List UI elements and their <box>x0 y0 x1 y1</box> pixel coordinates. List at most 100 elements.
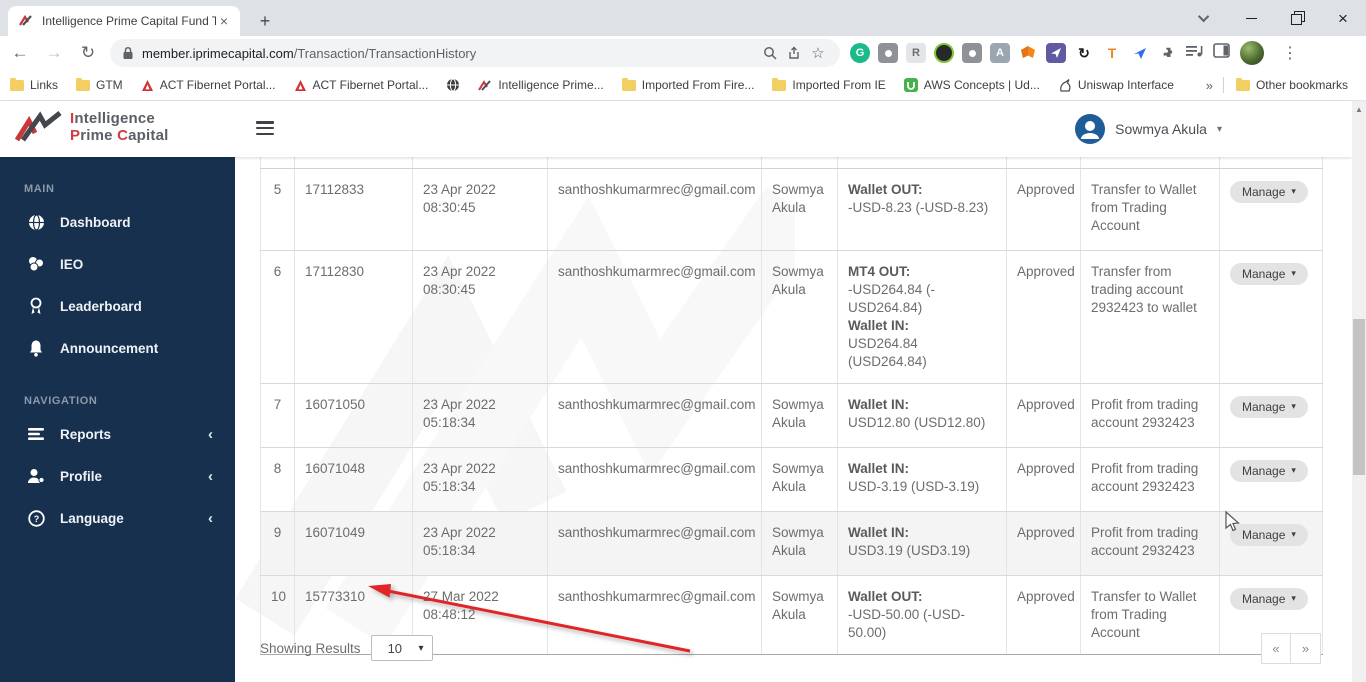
table-row: 5 17112833 23 Apr 202208:30:45 santhoshk… <box>261 168 1323 250</box>
bookmark-item[interactable]: ACT Fibernet Portal... <box>294 78 429 92</box>
cell-id: 17112830 <box>295 250 413 383</box>
sidebar-item-ieo[interactable]: IEO <box>0 243 235 285</box>
new-tab-button[interactable]: + <box>252 8 278 34</box>
bookmark-item[interactable]: AWS Concepts | Ud... <box>904 78 1040 92</box>
manage-button[interactable]: Manage▾ <box>1230 181 1308 203</box>
blue-extension-icon[interactable] <box>1130 43 1150 63</box>
chevron-left-icon: ‹ <box>208 468 213 485</box>
pagination-next-button[interactable]: » <box>1291 633 1321 664</box>
a-extension-icon[interactable]: A <box>990 43 1010 63</box>
scrollbar-thumb[interactable] <box>1353 319 1365 475</box>
chevron-left-icon: ‹ <box>208 510 213 527</box>
bookmark-item[interactable]: Intelligence Prime... <box>478 78 603 92</box>
scrollbar-up-arrow-icon[interactable]: ▲ <box>1352 105 1366 114</box>
cell-transaction: Wallet OUT:-USD-8.23 (-USD-8.23) <box>838 168 1007 250</box>
cell-name: Sowmya Akula <box>762 250 838 383</box>
bookmarks-overflow-chevrons[interactable]: » <box>1206 78 1213 93</box>
bell-icon <box>26 339 46 357</box>
globe-icon <box>26 214 46 231</box>
browser-menu-icon[interactable]: ⋮ <box>1274 43 1306 63</box>
reload-icon[interactable]: ↻ <box>74 39 102 67</box>
sidebar-item-profile[interactable]: Profile ‹ <box>0 455 235 497</box>
window-close-button[interactable]: × <box>1320 2 1366 34</box>
bookmark-item[interactable]: ACT Fibernet Portal... <box>141 78 276 92</box>
cell-num: 7 <box>261 383 295 447</box>
manage-button[interactable]: Manage▾ <box>1230 263 1308 285</box>
sidebar-toggle-hamburger-icon[interactable] <box>256 121 274 135</box>
tab-close-icon[interactable]: × <box>216 13 232 29</box>
table-row-hovered: 9 16071049 23 Apr 202205:18:34 santhoshk… <box>261 511 1323 575</box>
user-menu[interactable]: Sowmya Akula ▾ <box>1075 114 1222 144</box>
media-controls-icon[interactable] <box>1186 44 1203 63</box>
bookmark-star-icon[interactable]: ☆ <box>806 41 830 65</box>
bookmark-folder[interactable]: GTM <box>76 78 123 92</box>
bookmark-folder[interactable]: Links <box>10 78 58 92</box>
manage-button[interactable]: Manage▾ <box>1230 524 1308 546</box>
page-size-select[interactable]: 10 ▾ <box>371 635 433 661</box>
bookmark-item[interactable] <box>446 78 460 92</box>
cell-transaction: Wallet IN:USD3.19 (USD3.19) <box>838 511 1007 575</box>
forward-icon[interactable]: → <box>40 39 68 67</box>
cell-status: Approved <box>1007 168 1081 250</box>
cell-email: santhoshkumarmrec@gmail.com <box>548 511 762 575</box>
act-icon <box>141 79 154 92</box>
sidebar-item-language[interactable]: ? Language ‹ <box>0 497 235 539</box>
manage-button[interactable]: Manage▾ <box>1230 396 1308 418</box>
address-bar[interactable]: member.iprimecapital.com/Transaction/Tra… <box>110 39 840 67</box>
cell-description: Profit from trading account 2932423 <box>1081 447 1220 511</box>
browser-profile-avatar[interactable] <box>1240 41 1264 65</box>
cell-manage: Manage▾ <box>1220 511 1323 575</box>
manage-button[interactable]: Manage▾ <box>1230 460 1308 482</box>
pagination-prev-button[interactable]: « <box>1261 633 1291 664</box>
share-icon[interactable] <box>782 41 806 65</box>
sidebar-item-reports[interactable]: Reports ‹ <box>0 413 235 455</box>
sidebar-item-announcement[interactable]: Announcement <box>0 327 235 369</box>
send-extension-icon[interactable] <box>1046 43 1066 63</box>
list-icon <box>26 427 46 441</box>
cell-id: 16071048 <box>295 447 413 511</box>
window-restore-button[interactable] <box>1274 2 1320 34</box>
cell-name: Sowmya Akula <box>762 383 838 447</box>
bookmarks-bar: Links GTM ACT Fibernet Portal... ACT Fib… <box>0 70 1366 101</box>
browser-tab[interactable]: Intelligence Prime Capital Fund T × <box>8 6 240 36</box>
window-minimize-button[interactable] <box>1228 2 1274 34</box>
folder-icon <box>76 80 90 91</box>
cell-status: Approved <box>1007 383 1081 447</box>
sidebar-item-leaderboard[interactable]: Leaderboard <box>0 285 235 327</box>
privacy-extension-icon[interactable] <box>934 43 954 63</box>
caret-down-icon: ▾ <box>1291 401 1296 412</box>
sidebar-item-dashboard[interactable]: Dashboard <box>0 201 235 243</box>
cell-date: 23 Apr 202208:30:45 <box>413 250 548 383</box>
cell-manage: Manage▾ <box>1220 383 1323 447</box>
cell-date: 27 Mar 202208:48:12 <box>413 575 548 654</box>
sync-extension-icon[interactable]: ↻ <box>1074 43 1094 63</box>
r-extension-icon[interactable]: R <box>906 43 926 63</box>
side-panel-icon[interactable] <box>1213 43 1230 63</box>
other-bookmarks-folder[interactable]: Other bookmarks <box>1236 78 1348 92</box>
bookmark-folder[interactable]: Imported From Fire... <box>622 78 755 92</box>
table-row: 7 16071050 23 Apr 202205:18:34 santhoshk… <box>261 383 1323 447</box>
zoom-icon[interactable] <box>758 41 782 65</box>
tab-favicon-ipc-icon <box>18 13 34 29</box>
cell-name: Sowmya Akula <box>762 575 838 654</box>
page-scrollbar[interactable]: ▲ <box>1352 101 1366 682</box>
tab-search-icon[interactable] <box>1182 2 1228 34</box>
ipc-logo: Intelligence Prime Capital <box>14 109 169 145</box>
cell-transaction: Wallet IN:USD12.80 (USD12.80) <box>838 383 1007 447</box>
back-icon[interactable]: ← <box>6 39 34 67</box>
metamask-extension-icon[interactable] <box>1018 43 1038 63</box>
cell-email: santhoshkumarmrec@gmail.com <box>548 447 762 511</box>
udemy-icon <box>904 78 918 92</box>
cell-num: 6 <box>261 250 295 383</box>
bookmark-folder[interactable]: Imported From IE <box>772 78 885 92</box>
grammarly-extension-icon[interactable]: G <box>850 43 870 63</box>
manage-button[interactable]: Manage▾ <box>1230 588 1308 610</box>
extension-icon[interactable] <box>878 43 898 63</box>
tab-title: Intelligence Prime Capital Fund T <box>42 14 216 28</box>
bookmark-item[interactable]: Uniswap Interface <box>1058 78 1174 92</box>
cell-email: santhoshkumarmrec@gmail.com <box>548 575 762 654</box>
extension-icon[interactable] <box>962 43 982 63</box>
tronlink-extension-icon[interactable]: T <box>1102 43 1122 63</box>
pagination: « » <box>1261 633 1321 664</box>
extensions-menu-puzzle-icon[interactable] <box>1158 43 1178 63</box>
